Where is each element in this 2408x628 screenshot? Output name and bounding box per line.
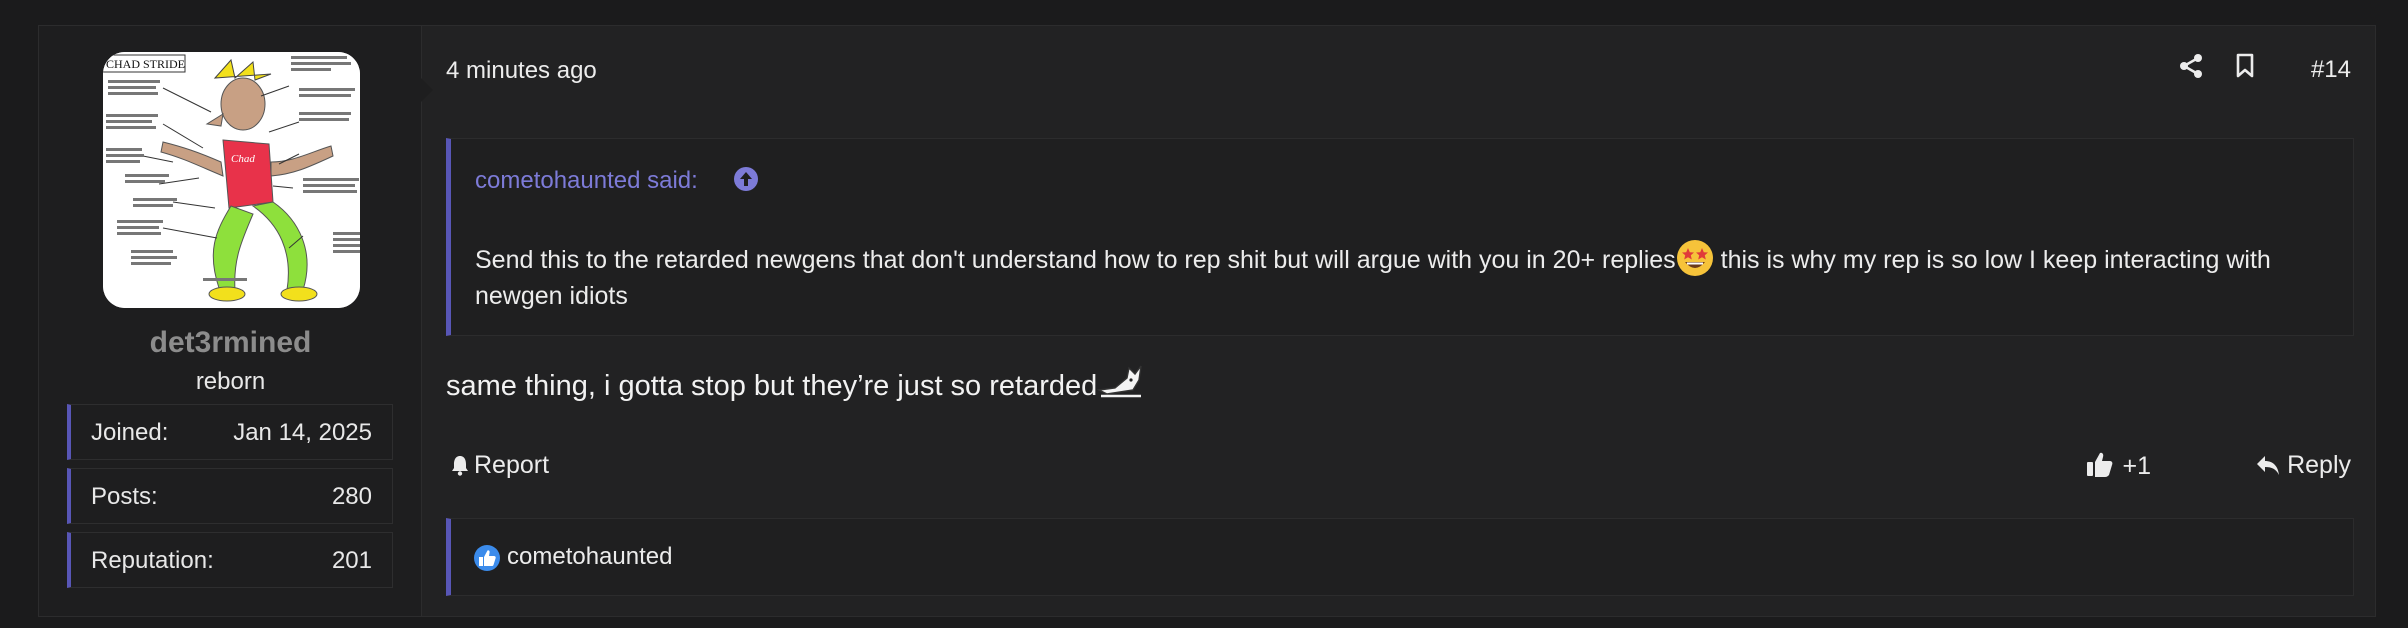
stat-label: Joined:	[91, 419, 169, 446]
like-reaction-icon	[473, 544, 501, 577]
user-info-panel: CHAD STRIDE Chad det3rmined reborn Joine…	[39, 26, 433, 616]
user-title: reborn	[195, 368, 266, 395]
go-to-quote-icon[interactable]	[733, 166, 759, 199]
stat-value: 201	[331, 547, 372, 574]
reply-icon	[2257, 456, 2280, 475]
stat-label: Posts:	[91, 483, 158, 510]
post-main: 4 minutes ago #14 cometohaunted said: Se…	[422, 26, 2375, 616]
post-header-actions: #14	[2179, 53, 2351, 87]
stat-posts: Posts: 280	[67, 468, 393, 524]
avatar-caption: CHAD STRIDE	[106, 57, 185, 71]
reactions-bar: cometohaunted	[446, 518, 2354, 596]
stat-value: 280	[331, 483, 372, 510]
react-count: +1	[2122, 452, 2151, 480]
reply-button[interactable]: Reply	[2255, 451, 2351, 480]
quote-text-part-1: Send this to the retarded newgens that d…	[475, 246, 1676, 274]
quote-author-label: cometohaunted said:	[475, 167, 698, 194]
star-struck-emoji-icon	[1676, 239, 1714, 277]
stat-label: Reputation:	[91, 547, 214, 574]
forum-post: CHAD STRIDE Chad det3rmined reborn Joine…	[38, 25, 2376, 617]
quote-text: Send this to the retarded newgens that d…	[475, 239, 2325, 314]
post-message: same thing, i gotta stop but they’re jus…	[446, 360, 1143, 403]
bell-icon	[452, 456, 468, 476]
report-label: Report	[474, 451, 550, 479]
reply-label: Reply	[2287, 451, 2351, 479]
report-button[interactable]: Report	[450, 451, 549, 480]
wolf-emoji-icon	[1096, 360, 1143, 400]
post-message-text: same thing, i gotta stop but they’re jus…	[446, 370, 1098, 402]
post-number[interactable]: #14	[2311, 56, 2351, 84]
share-icon[interactable]	[2179, 53, 2203, 84]
avatar[interactable]: CHAD STRIDE Chad	[103, 52, 360, 308]
quote-block: cometohaunted said: Send this to the ret…	[446, 138, 2354, 336]
bookmark-icon[interactable]	[2235, 53, 2255, 84]
username[interactable]: det3rmined	[39, 326, 422, 360]
reaction-users[interactable]: cometohaunted	[507, 543, 672, 571]
avatar-image: CHAD STRIDE Chad	[103, 52, 360, 308]
react-button[interactable]: +1	[2086, 450, 2151, 481]
thumbs-up-icon	[2087, 452, 2113, 477]
avatar-shirt-text: Chad	[231, 153, 255, 165]
stat-joined: Joined: Jan 14, 2025	[67, 404, 393, 460]
stat-value: Jan 14, 2025	[233, 419, 372, 446]
post-timestamp[interactable]: 4 minutes ago	[446, 57, 597, 85]
quote-author[interactable]: cometohaunted said:	[475, 167, 758, 195]
stat-reputation: Reputation: 201	[67, 532, 393, 588]
